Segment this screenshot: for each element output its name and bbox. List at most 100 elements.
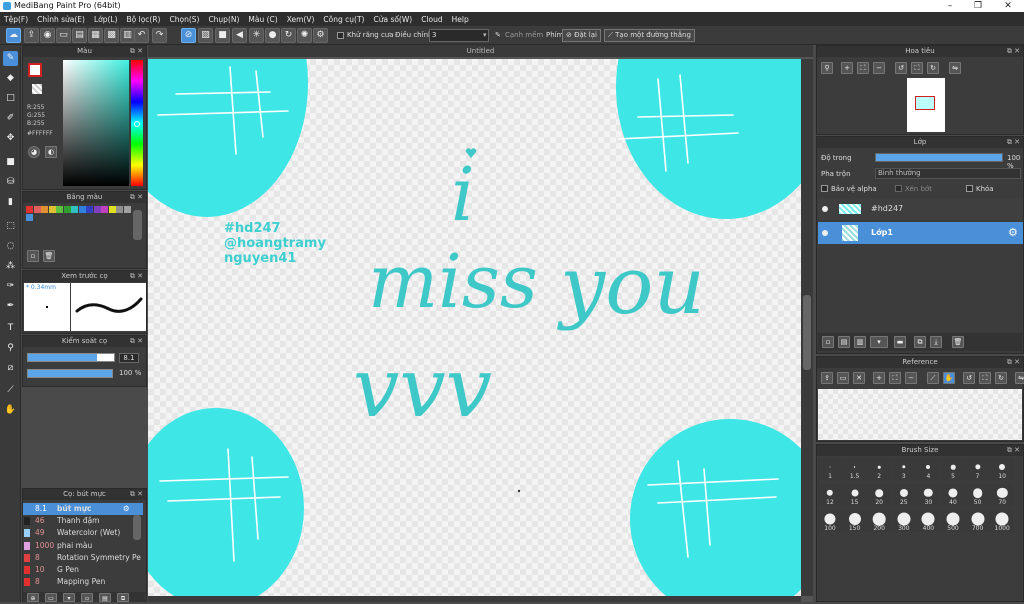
new-halftone-layer-icon[interactable]: ▤ [838,336,850,348]
menu-view[interactable]: Xem(V) [287,15,315,24]
ref-close-icon[interactable]: ✕ [853,372,865,384]
close-icon[interactable]: ⧉ ✕ [130,336,143,347]
gear-icon[interactable]: ⚙ [123,503,130,515]
pattern-icon[interactable]: ▧ [198,28,213,43]
palette-swatch[interactable] [116,206,123,213]
menu-window[interactable]: Cửa số(W) [373,15,412,24]
navigator-thumbnail[interactable] [907,78,945,132]
flip-icon[interactable]: ⇋ [949,62,961,74]
gear-icon[interactable]: ⚙ [1008,222,1018,244]
menu-tools[interactable]: Công cụ(T) [323,15,364,24]
brush-new-icon[interactable]: ▤ [99,593,111,602]
brush-size-option[interactable]: 12 [818,484,842,506]
magic-wand-icon[interactable]: ⁂ [3,259,18,274]
close-icon[interactable]: ⧉ ✕ [130,192,143,203]
eraser-tool-icon[interactable]: ◆ [3,71,18,86]
menu-layer[interactable]: Lớp(L) [94,15,118,24]
palette-swatch[interactable] [71,206,78,213]
eyedropper-icon[interactable]: ⟋ [3,383,18,398]
canvas-tab[interactable]: Untitled [148,45,813,57]
straight-line-button[interactable]: ⟋ Tạo một đường thẳng [604,29,695,42]
brush-list-item[interactable]: 46 Thanh đậm [23,515,143,527]
brush-size-option[interactable]: 3 [891,458,916,480]
brush-size-option[interactable]: 1000 [990,510,1015,532]
duplicate-layer-icon[interactable]: ⧉ [914,336,926,348]
panel-divide-icon[interactable]: ⧄ [3,361,18,376]
brush-list-item[interactable]: 8 Rotation Symmetry Pe [23,552,143,564]
reset-button[interactable]: ⊘ Đặt lại [562,29,601,42]
palette-swatch[interactable] [48,206,56,213]
rotate-right-icon[interactable]: ↻ [927,62,939,74]
fill-shape-icon[interactable]: ■ [3,155,18,170]
palette-swatch[interactable] [33,206,41,213]
saturation-value-picker[interactable] [63,60,129,186]
ref-fit-icon[interactable]: ⛶ [889,372,901,384]
palette-swatch[interactable] [26,206,33,213]
ref-flip-icon[interactable]: ⇋ [1015,372,1024,384]
visibility-icon[interactable] [822,230,828,236]
fit-icon[interactable]: ⛶ [857,62,869,74]
ref-eyedropper-icon[interactable]: ⟋ [927,372,939,384]
palette-swatch[interactable] [41,206,48,213]
palette-scrollbar[interactable] [133,210,142,240]
select-pen-icon[interactable]: ✑ [3,279,18,294]
rect-tool-icon[interactable]: □ [3,91,18,106]
antialias-checkbox[interactable] [337,32,344,39]
brush-size-option[interactable]: 500 [941,510,965,532]
canvas-vertical-thumb[interactable] [803,295,811,370]
menu-edit[interactable]: Chỉnh sửa(E) [37,15,85,24]
ref-zoom-out-icon[interactable]: − [905,372,917,384]
gradient-tool-icon[interactable]: ▮ [3,195,18,210]
brush-size-option[interactable]: 150 [842,510,867,532]
palette-swatch[interactable] [26,214,33,221]
triangle-icon[interactable]: ◀ [232,28,247,43]
palette-swatch[interactable] [123,206,131,213]
palette-swatch[interactable] [108,206,116,213]
palette-swatch[interactable] [78,206,86,213]
operation-tool-icon[interactable]: ⚲ [3,341,18,356]
brush-size-option[interactable]: 400 [916,510,941,532]
brush-size-value[interactable]: 8.1 [119,353,139,363]
eyedropper-swatch-icon[interactable]: ◐ [45,146,57,158]
bucket-tool-icon[interactable]: ⛁ [3,175,18,190]
layer-row-hd247[interactable]: #hd247 [818,198,1023,220]
palette-swatch[interactable] [101,206,108,213]
brush-size-option[interactable]: 300 [891,510,916,532]
brush-size-option[interactable]: 700 [965,510,990,532]
menu-select[interactable]: Chọn(S) [169,15,199,24]
menu-help[interactable]: Help [452,15,469,24]
brush-size-option[interactable]: 15 [842,484,867,506]
hand-tool-icon[interactable]: ✋ [3,403,18,418]
settings-icon[interactable]: ⚙ [313,28,328,43]
canvas[interactable]: #hd247 @hoangtramy nguyen41 i miss you v… [148,59,801,596]
palette-swatch[interactable] [93,206,101,213]
brush-list-item[interactable]: 1000 phai màu [23,540,143,552]
chat-icon[interactable]: ◉ [40,28,55,43]
ref-rotate-right-icon[interactable]: ↻ [995,372,1007,384]
fit-window-icon[interactable]: ⛶ [911,62,923,74]
background-color[interactable] [32,84,42,94]
text-tool-icon[interactable]: T [3,321,18,336]
square-icon[interactable]: ■ [215,28,230,43]
maximize-button[interactable]: ❐ [964,0,992,12]
tiles-icon[interactable]: ▩ [104,28,119,43]
menu-filter[interactable]: Bộ lọc(R) [127,15,161,24]
correction-select[interactable]: 3 [429,29,489,42]
brush-size-option[interactable]: 1.5 [842,458,867,480]
brush-size-option[interactable]: 7 [965,458,990,480]
ref-hand-icon[interactable]: ✋ [943,372,955,384]
ref-rotate-left-icon[interactable]: ↺ [963,372,975,384]
layer-row-lop1[interactable]: Lớp1 ⚙ [818,222,1023,244]
close-icon[interactable]: ⧉ ✕ [130,46,143,57]
visibility-icon[interactable] [822,206,828,212]
close-icon[interactable]: ⧉ ✕ [130,489,143,500]
delete-layer-icon[interactable]: 🗑 [952,336,964,348]
comment-icon[interactable]: ▭ [56,28,71,43]
lasso-icon[interactable]: ◌ [3,239,18,254]
redo-icon[interactable]: ↷ [152,28,167,43]
protect-alpha-checkbox[interactable] [821,185,828,192]
close-button[interactable]: ✕ [994,0,1022,12]
layer-opacity-slider[interactable] [875,153,1003,162]
brush-size-option[interactable]: 5 [941,458,965,480]
menu-file[interactable]: Tệp(F) [4,15,28,24]
